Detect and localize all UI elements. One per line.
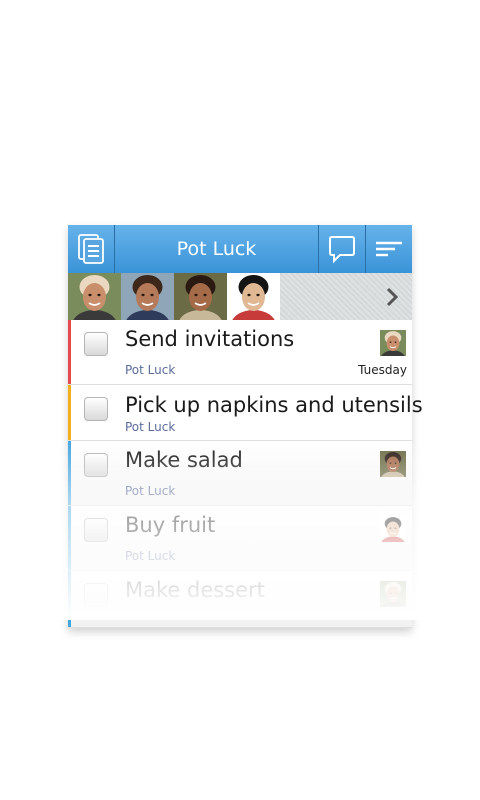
task-label: Buy fruit [125,513,216,537]
chat-bubble-icon [329,236,355,264]
task-list: Send invitations Pot Luck Tuesday Pick up … [68,320,423,628]
people-strip-spacer [280,273,372,320]
task-checkbox[interactable] [84,397,108,421]
task-checkbox[interactable] [84,332,108,356]
task-row[interactable]: Make salad Pot Luck [68,441,412,506]
assignee-avatar [378,330,408,366]
assignee-avatar [378,581,408,617]
list-color-bar [68,385,71,440]
chat-button[interactable] [318,225,365,273]
task-label: Send invitations [125,327,295,351]
task-label: Pick up napkins and utensils [125,393,423,417]
task-checkbox[interactable] [84,518,108,542]
task-label: Make salad [125,448,243,472]
task-list-name: Pot Luck [125,363,176,377]
avatar[interactable] [227,273,280,338]
task-list-name: Pot Luck [125,549,176,563]
people-strip [68,273,412,338]
task-row[interactable]: Send invitations Pot Luck Tuesday [68,320,412,385]
sort-icon [376,241,402,257]
avatar[interactable] [121,273,174,338]
avatar[interactable] [68,273,121,338]
task-list-name: Pot Luck [125,484,176,498]
avatar[interactable] [174,273,227,338]
sort-button[interactable] [365,225,412,273]
task-lists-button[interactable] [68,225,115,273]
task-due-date: Tuesday [358,363,407,377]
task-list-name: Pot Luck [125,420,176,434]
list-color-bar [68,320,71,384]
widget-header: Pot Luck [68,225,412,273]
task-row[interactable]: Buy fruit Pot Luck [68,506,412,571]
list-color-bar [68,571,71,627]
list-title[interactable]: Pot Luck [115,225,318,273]
chevron-right-icon [386,287,399,306]
list-color-bar [68,441,71,505]
assignee-avatar [378,451,408,487]
assignee-avatar [378,516,408,552]
task-label: Make dessert [125,578,265,602]
list-color-bar [68,506,71,570]
task-row[interactable]: Make dessert [68,571,412,628]
task-checkbox[interactable] [84,583,108,607]
task-row[interactable]: Pick up napkins and utensils Pot Luck [68,385,423,441]
task-checkbox[interactable] [84,453,108,477]
people-next-button[interactable] [372,273,412,320]
task-list-icon [78,234,104,264]
pot-luck-widget: Pot Luck Send invitations Pot Luck Tuesd… [68,225,423,628]
